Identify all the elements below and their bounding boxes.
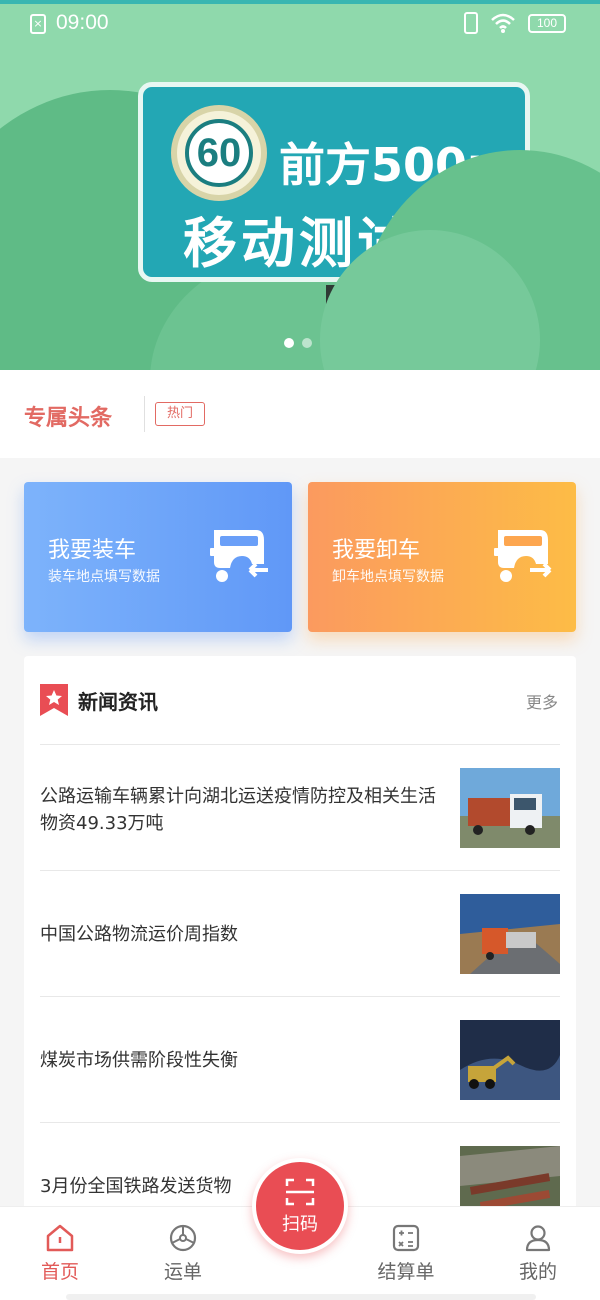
truck-unload-icon: [494, 530, 552, 582]
news-item-title: 公路运输车辆累计向湖北运送疫情防控及相关生活物资49.33万吨: [40, 786, 436, 834]
load-card-subtitle: 装车地点填写数据: [48, 569, 160, 585]
carousel-indicator: [284, 338, 312, 348]
user-icon: [525, 1225, 551, 1252]
speed-limit-badge: 60: [171, 105, 267, 201]
tab-mine[interactable]: 我的: [498, 1223, 578, 1284]
truck-load-icon: [210, 530, 268, 582]
news-panel: 新闻资讯 更多 公路运输车辆累计向湖北运送疫情防控及相关生活物资49.33万吨 …: [24, 656, 576, 1216]
no-sim-icon: ×: [30, 14, 46, 34]
home-icon: [46, 1224, 74, 1252]
vibrate-icon: [464, 12, 478, 34]
news-item-title: 煤炭市场供需阶段性失衡: [40, 1050, 238, 1071]
load-truck-card[interactable]: 我要装车 装车地点填写数据: [24, 482, 292, 632]
banner-top-line: [0, 0, 600, 4]
tab-home[interactable]: 首页: [20, 1223, 100, 1284]
scan-label: 扫码: [282, 1214, 318, 1235]
unload-card-subtitle: 卸车地点填写数据: [332, 569, 444, 585]
scan-button[interactable]: 扫码: [252, 1158, 348, 1254]
tab-settlement-label: 结算单: [377, 1261, 435, 1283]
battery-icon: 100: [528, 13, 566, 33]
carousel-dot[interactable]: [284, 338, 294, 348]
exclusive-headline-bar[interactable]: 专属头条 热门: [0, 370, 600, 458]
news-list-item[interactable]: 公路运输车辆累计向湖北运送疫情防控及相关生活物资49.33万吨: [40, 744, 560, 870]
load-card-title: 我要装车: [48, 538, 137, 563]
carousel-dot[interactable]: [302, 338, 312, 348]
tab-waybill[interactable]: 运单: [143, 1223, 223, 1284]
news-header: 新闻资讯 更多: [24, 656, 576, 744]
truck-photo: [460, 768, 560, 848]
hot-tag: 热门: [155, 402, 205, 426]
scan-icon: [285, 1178, 315, 1206]
headline-title: 专属头条: [24, 406, 113, 431]
status-bar: × 09:00 100: [0, 8, 600, 42]
unload-card-title: 我要卸车: [332, 538, 421, 563]
highway-truck-photo: [460, 894, 560, 974]
news-item-title: 中国公路物流运价周指数: [40, 924, 238, 945]
news-more-link[interactable]: 更多: [526, 689, 558, 713]
tab-mine-label: 我的: [518, 1261, 557, 1283]
wifi-icon: [491, 13, 515, 33]
divider: [144, 396, 145, 432]
wheel-icon: [169, 1224, 197, 1252]
tab-home-label: 首页: [40, 1261, 79, 1283]
tab-waybill-label: 运单: [163, 1261, 202, 1283]
status-time: 09:00: [56, 11, 109, 34]
home-indicator: [66, 1294, 536, 1300]
news-item-title: 3月份全国铁路发送货物: [40, 1176, 232, 1197]
speed-limit-value: 60: [185, 119, 253, 187]
unload-truck-card[interactable]: 我要卸车 卸车地点填写数据: [308, 482, 576, 632]
news-list-item[interactable]: 中国公路物流运价周指数: [40, 870, 560, 996]
top-banner-carousel[interactable]: 60 前方500m 移动测试 × 09:00 100: [0, 0, 600, 370]
tab-settlement[interactable]: 结算单: [366, 1223, 446, 1284]
calculator-icon: [392, 1224, 420, 1252]
news-list-item[interactable]: 煤炭市场供需阶段性失衡: [40, 996, 560, 1122]
coal-loader-photo: [460, 1020, 560, 1100]
star-ribbon-icon: [40, 684, 68, 716]
news-section-title: 新闻资讯: [78, 690, 158, 714]
